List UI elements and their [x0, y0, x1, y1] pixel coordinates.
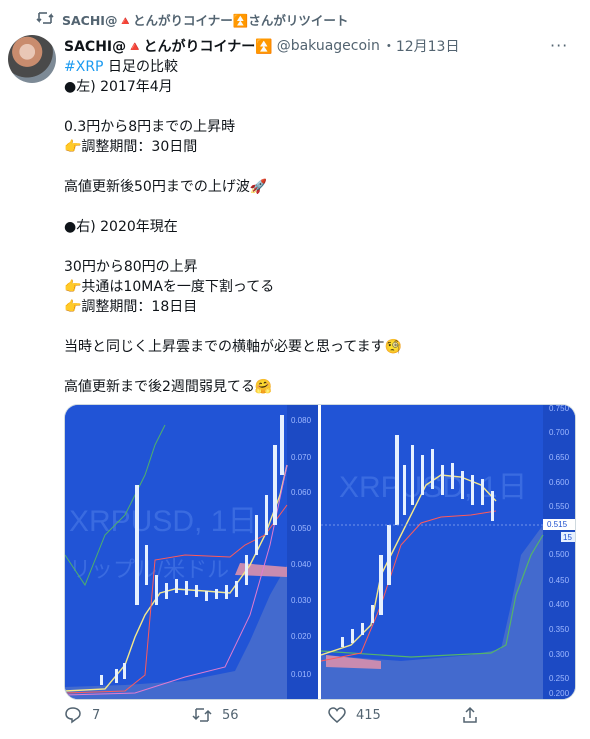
retweet-banner-label[interactable]: SACHI@🔺とんがりコイナー⏫さんがリツイート: [62, 10, 348, 29]
left-ytick: 0.070: [291, 453, 312, 462]
more-options-icon[interactable]: ···: [550, 36, 568, 55]
tweet-header: SACHI@🔺とんがりコイナー⏫ @bakuagecoin ・12月13日: [64, 36, 459, 56]
left-ytick: 0.050: [291, 524, 312, 533]
avatar[interactable]: [8, 35, 56, 83]
watermark-left-sub: リップル/米ドル: [69, 557, 229, 582]
right-ytick: 0.550: [549, 502, 570, 511]
price-label-2: 15: [563, 533, 572, 542]
retweet-icon: [192, 707, 212, 723]
right-ytick: 0.400: [549, 600, 570, 609]
retweet-count: 56: [222, 707, 239, 723]
like-count: 415: [356, 707, 381, 723]
left-ytick: 0.030: [291, 596, 312, 605]
left-ytick: 0.060: [291, 488, 312, 497]
chart-left[interactable]: XRPUSD, 1日 リップル/米ドル 0.080 0.070 0.060 0.…: [65, 405, 318, 699]
right-ytick: 0.750: [549, 405, 570, 413]
right-ytick: 0.650: [549, 453, 570, 462]
author-name[interactable]: SACHI@🔺とんがりコイナー⏫: [64, 36, 273, 56]
retweet-banner[interactable]: SACHI@🔺とんがりコイナー⏫さんがリツイート: [62, 10, 348, 29]
tweet-first-line: 日足の比較: [103, 59, 178, 75]
tweet-text: ●左) 2017年4月 0.3円から8円までの上昇時 👉調整期間：30日間 高値…: [64, 79, 403, 395]
left-ytick: 0.010: [291, 670, 312, 679]
reply-icon: [64, 706, 82, 724]
tweet-actions: 7 56 415: [64, 706, 494, 724]
heart-icon: [328, 707, 346, 723]
left-ytick: 0.020: [291, 632, 312, 641]
reply-count: 7: [92, 707, 101, 723]
share-button[interactable]: [462, 706, 478, 724]
right-ytick: 0.250: [549, 674, 570, 683]
retweet-icon: [36, 11, 54, 25]
price-label: 0.515: [547, 520, 568, 529]
right-ytick: 0.600: [549, 478, 570, 487]
tweet-body: #XRP 日足の比較 ●左) 2017年4月 0.3円から8円までの上昇時 👉調…: [64, 57, 574, 397]
tweet-date[interactable]: ・12月13日: [382, 36, 460, 56]
reply-button[interactable]: 7: [64, 706, 192, 724]
left-ytick: 0.080: [291, 416, 312, 425]
author-handle[interactable]: @bakuagecoin: [277, 38, 380, 54]
share-icon: [462, 706, 478, 724]
like-button[interactable]: 415: [328, 706, 462, 724]
retweet-button[interactable]: 56: [192, 706, 328, 724]
left-ytick: 0.040: [291, 560, 312, 569]
watermark-left: XRPUSD, 1日: [69, 505, 257, 538]
right-ytick: 0.700: [549, 428, 570, 437]
right-ytick: 0.350: [549, 625, 570, 634]
chart-right[interactable]: XRPUSD, 1日: [320, 405, 575, 699]
right-ytick: 0.200: [549, 689, 570, 698]
right-ytick: 0.500: [549, 550, 570, 559]
hashtag-link[interactable]: #XRP: [64, 59, 104, 75]
right-ytick: 0.450: [549, 576, 570, 585]
tweet-media[interactable]: XRPUSD, 1日 リップル/米ドル 0.080 0.070 0.060 0.…: [64, 404, 576, 700]
right-ytick: 0.300: [549, 650, 570, 659]
